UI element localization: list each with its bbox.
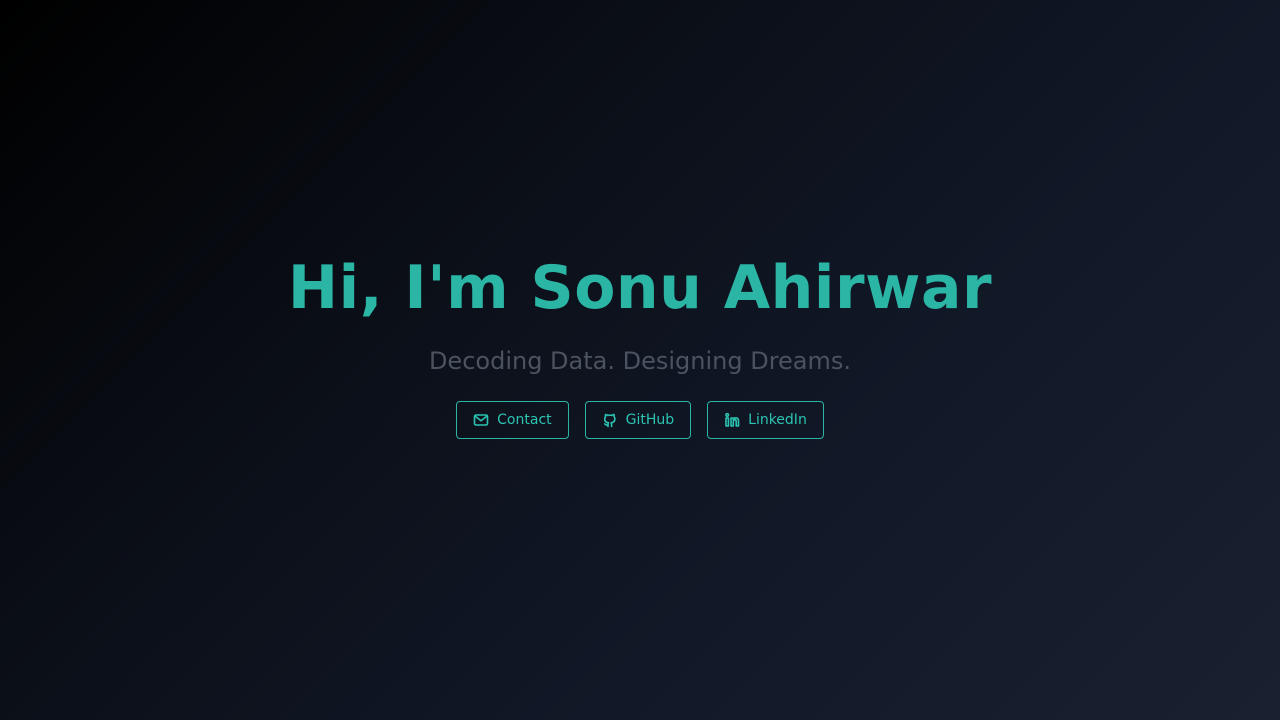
github-label: GitHub [625, 412, 675, 428]
hero-subtitle: Decoding Data. Designing Dreams. [428, 347, 852, 375]
github-button[interactable]: GitHub [584, 401, 692, 439]
contact-label: Contact [497, 412, 552, 428]
hero-title: Hi, I'm Sonu Ahirwar [287, 253, 993, 323]
linkedin-icon [724, 412, 740, 428]
contact-button[interactable]: Contact [456, 401, 569, 439]
linkedin-button[interactable]: LinkedIn [707, 401, 824, 439]
social-links: Contact GitHub LinkedIn [456, 401, 824, 439]
github-icon [602, 412, 618, 428]
linkedin-label: LinkedIn [748, 412, 807, 428]
mail-icon [473, 412, 489, 428]
hero-section: Hi, I'm Sonu Ahirwar Decoding Data. Desi… [0, 0, 1280, 720]
